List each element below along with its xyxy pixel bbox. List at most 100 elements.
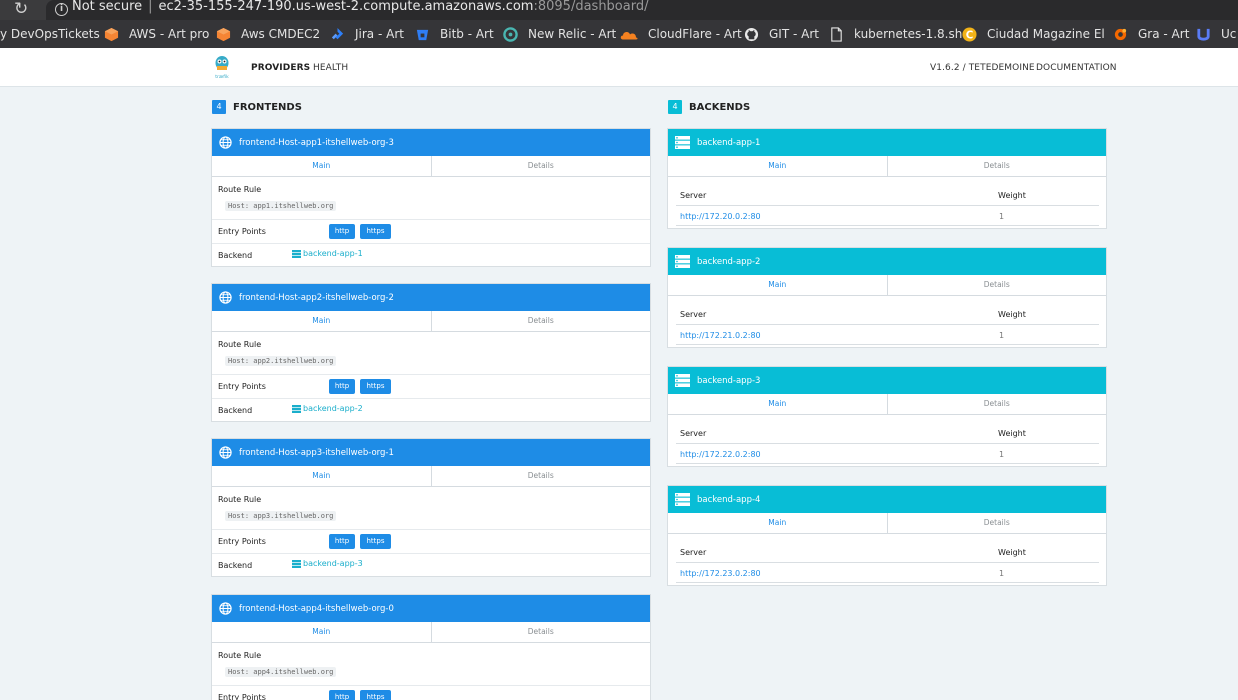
server-url-link[interactable]: http://172.22.0.2:80: [680, 450, 761, 459]
tab-details[interactable]: Details: [888, 394, 1107, 414]
bookmark-label: GIT - Art: [769, 27, 819, 41]
globe-icon: [219, 446, 232, 459]
frontend-name: frontend-Host-app1-itshellweb-org-3: [239, 137, 394, 148]
traefik-logo-icon[interactable]: træfik: [214, 54, 230, 80]
bookmark-aws-cmdec2[interactable]: Aws CMDEC2: [216, 20, 320, 48]
bookmark-uc[interactable]: Uc: [1196, 20, 1236, 48]
server-column-header: Server: [680, 191, 707, 200]
backend-panel-header: backend-app-3: [668, 367, 1106, 394]
bookmark-git-art[interactable]: GIT - Art: [744, 20, 819, 48]
server-icon: [292, 404, 301, 413]
bookmarks-bar: y DevOpsTickets AWS - Art pro Aws CMDEC2…: [0, 20, 1238, 48]
entry-point-https-badge[interactable]: https: [360, 534, 391, 549]
bookmark-label: AWS - Art pro: [129, 27, 210, 41]
nav-providers[interactable]: PROVIDERS: [251, 63, 310, 73]
tab-main[interactable]: Main: [668, 156, 888, 176]
nav-health[interactable]: HEALTH: [313, 63, 348, 73]
tab-main[interactable]: Main: [212, 466, 432, 486]
entry-point-https-badge[interactable]: https: [360, 690, 391, 700]
bookmark-gra-art[interactable]: Gra - Art: [1113, 20, 1189, 48]
tab-main[interactable]: Main: [212, 311, 432, 331]
tab-main[interactable]: Main: [668, 513, 888, 533]
bookmark-bitb-art[interactable]: Bitb - Art: [415, 20, 494, 48]
nav-documentation[interactable]: DOCUMENTATION: [1036, 63, 1117, 73]
server-url-link[interactable]: http://172.21.0.2:80: [680, 331, 761, 340]
tab-main[interactable]: Main: [668, 394, 888, 414]
weight-column-header: Weight: [998, 429, 1026, 438]
bookmark-label: New Relic - Art: [528, 27, 617, 41]
entry-points-label: Entry Points: [218, 537, 266, 546]
tab-main[interactable]: Main: [668, 275, 888, 295]
server-icon: [675, 136, 690, 149]
entry-point-https-badge[interactable]: https: [360, 224, 391, 239]
bookmark-label: Gra - Art: [1138, 27, 1190, 41]
backend-tabs: Main Details: [668, 394, 1106, 415]
server-column-header: Server: [680, 429, 707, 438]
ciudad-icon: C: [962, 26, 977, 42]
globe-icon: [219, 602, 232, 615]
url-text[interactable]: Not secure | ec2-35-155-247-190.us-west-2.…: [72, 0, 648, 13]
frontend-tabs: Main Details: [212, 466, 650, 487]
frontend-name: frontend-Host-app2-itshellweb-org-2: [239, 292, 394, 303]
route-rule-value: Host: app2.itshellweb.org: [225, 356, 337, 366]
entry-point-http-badge[interactable]: http: [329, 224, 355, 239]
tab-details[interactable]: Details: [888, 513, 1107, 533]
backend-name: backend-app-1: [697, 137, 761, 148]
entry-points-label: Entry Points: [218, 382, 266, 391]
backend-name: backend-app-2: [697, 256, 761, 267]
reload-icon[interactable]: ↻: [14, 0, 28, 19]
route-rule-row: Route Rule Host: app4.itshellweb.org: [212, 643, 650, 686]
entry-point-http-badge[interactable]: http: [329, 379, 355, 394]
table-divider: [676, 324, 1099, 325]
entry-point-http-badge[interactable]: http: [329, 690, 355, 700]
frontend-panel: frontend-Host-app3-itshellweb-org-1 Main…: [211, 438, 651, 577]
tab-details[interactable]: Details: [888, 275, 1107, 295]
info-icon[interactable]: i: [55, 3, 68, 16]
server-url-link[interactable]: http://172.20.0.2:80: [680, 212, 761, 221]
backend-link[interactable]: backend-app-1: [292, 249, 363, 258]
url-host: ec2-35-155-247-190.us-west-2.compute.ama…: [158, 0, 534, 14]
nav-version[interactable]: V1.6.2 / TETEDEMOINE: [930, 63, 1035, 73]
backend-panel-header: backend-app-4: [668, 486, 1106, 513]
frontend-name: frontend-Host-app3-itshellweb-org-1: [239, 447, 394, 458]
tab-details[interactable]: Details: [432, 466, 651, 486]
frontend-panel-header: frontend-Host-app4-itshellweb-org-0: [212, 595, 650, 622]
tab-main[interactable]: Main: [212, 156, 432, 176]
bookmark-label: Bitb - Art: [440, 27, 494, 41]
tab-details[interactable]: Details: [888, 156, 1107, 176]
browser-url-bar: ↻ i Not secure | ec2-35-155-247-190.us-wes…: [0, 0, 1238, 20]
weight-column-header: Weight: [998, 191, 1026, 200]
bookmark-label: Jira - Art: [355, 27, 404, 41]
bookmark-new-relic-art[interactable]: New Relic - Art: [503, 20, 616, 48]
backend-link-text: backend-app-1: [303, 249, 363, 258]
frontends-title: FRONTENDS: [233, 101, 302, 113]
entry-point-http-badge[interactable]: http: [329, 534, 355, 549]
bookmark-jira-art[interactable]: Jira - Art: [330, 20, 404, 48]
tab-details[interactable]: Details: [432, 622, 651, 642]
bookmark-ciudad-magazine[interactable]: C Ciudad Magazine El: [962, 20, 1105, 48]
server-icon: [675, 374, 690, 387]
backend-link[interactable]: backend-app-2: [292, 404, 363, 413]
entry-points-row: Entry Points http https: [212, 686, 650, 700]
backend-link[interactable]: backend-app-3: [292, 559, 363, 568]
bookmark-kubernetes[interactable]: kubernetes-1.8.sh: [829, 20, 962, 48]
globe-icon: [219, 291, 232, 304]
entry-point-https-badge[interactable]: https: [360, 379, 391, 394]
backends-count-badge: 4: [668, 100, 682, 114]
bookmark-label: y DevOpsTickets: [0, 27, 100, 41]
bookmark-cloudflare-art[interactable]: CloudFlare - Art: [620, 20, 742, 48]
bookmark-label: Uc: [1221, 27, 1237, 41]
grafana-icon: [1114, 28, 1127, 40]
backend-link-text: backend-app-2: [303, 404, 363, 413]
frontend-name: frontend-Host-app4-itshellweb-org-0: [239, 603, 394, 614]
bookmark-aws-art-pro[interactable]: AWS - Art pro: [104, 20, 209, 48]
tab-main[interactable]: Main: [212, 622, 432, 642]
frontends-header: 4 FRONTENDS: [212, 100, 302, 114]
server-url-link[interactable]: http://172.23.0.2:80: [680, 569, 761, 578]
entry-points-label: Entry Points: [218, 227, 266, 236]
route-rule-value: Host: app4.itshellweb.org: [225, 667, 337, 677]
backend-row: Backend backend-app-2: [212, 399, 650, 422]
tab-details[interactable]: Details: [432, 156, 651, 176]
bookmark-devops-tickets[interactable]: y DevOpsTickets: [0, 20, 100, 48]
tab-details[interactable]: Details: [432, 311, 651, 331]
